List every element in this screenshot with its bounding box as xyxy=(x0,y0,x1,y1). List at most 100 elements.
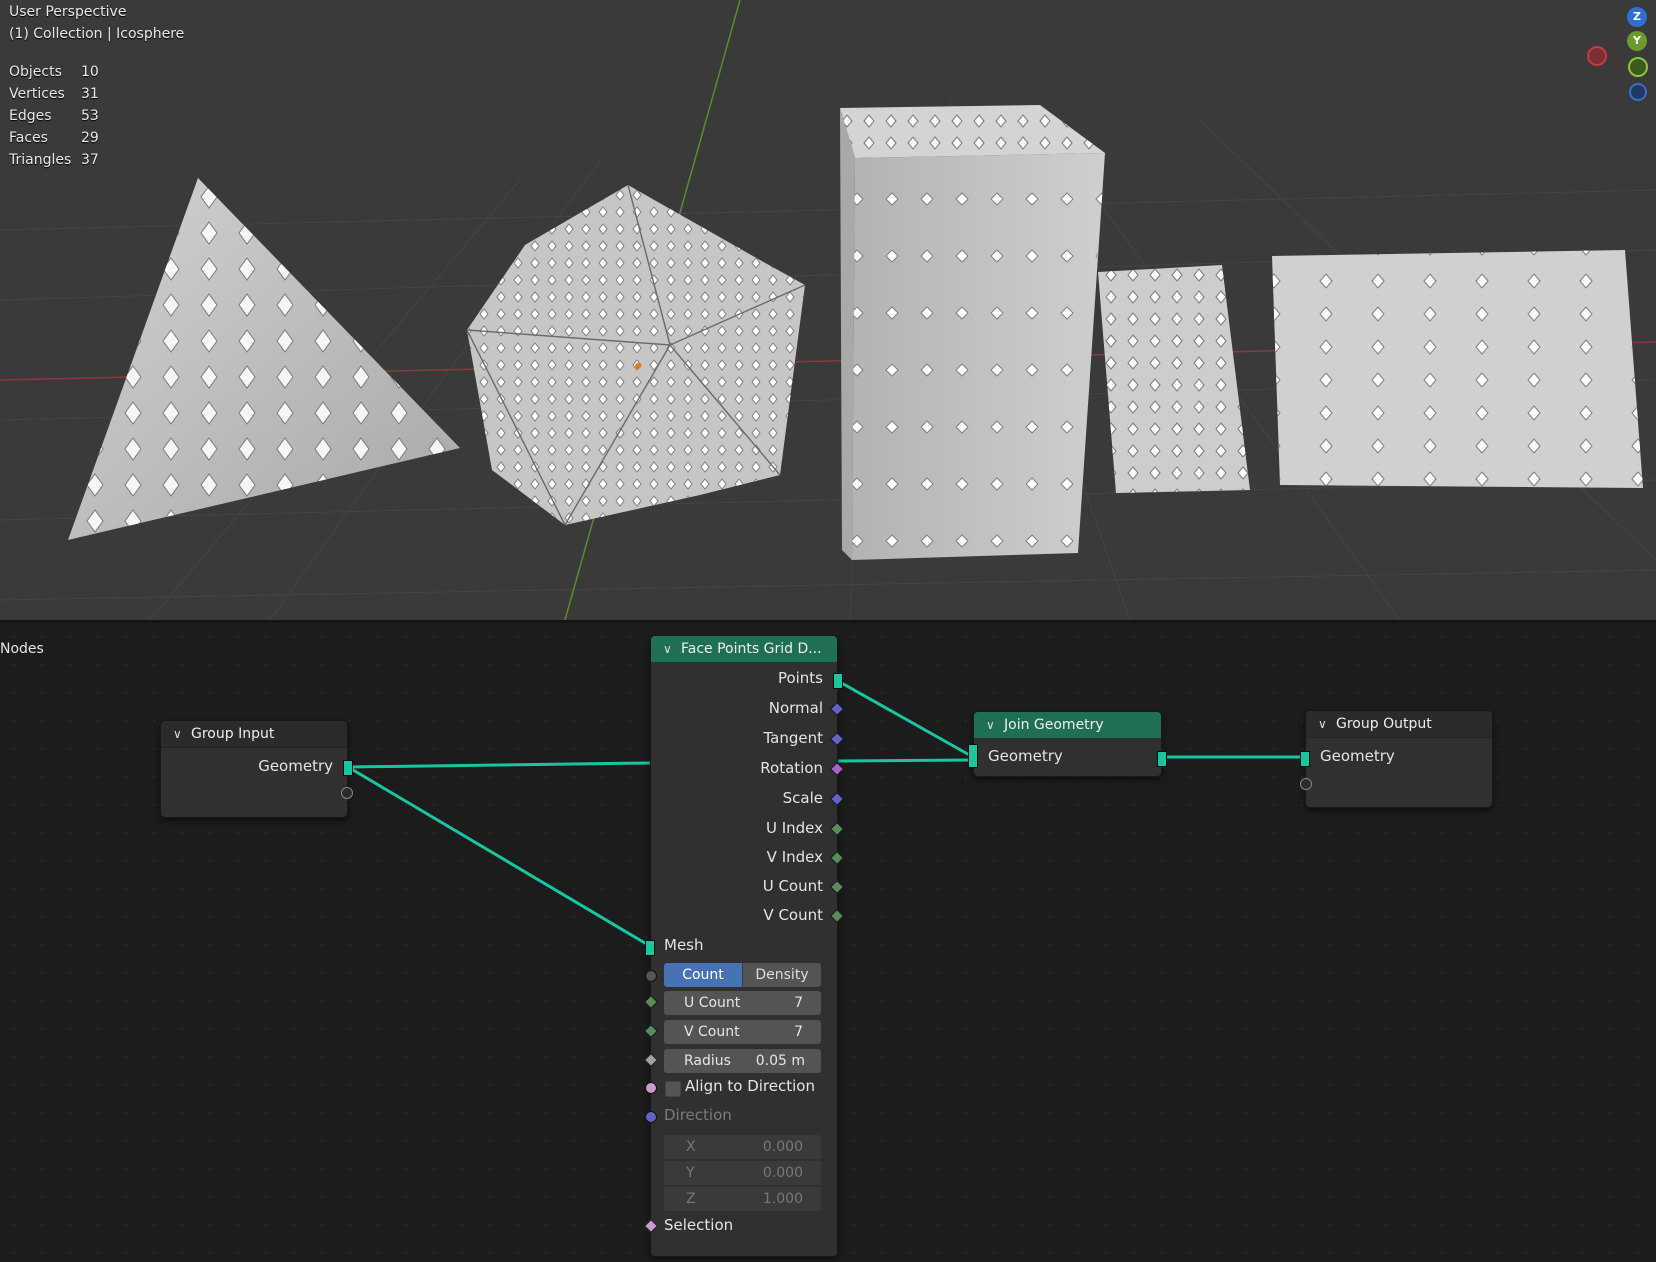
normal-output-label: Normal xyxy=(768,699,823,717)
link-geometry-to-mesh[interactable] xyxy=(347,765,651,948)
density-mode-button[interactable]: Density xyxy=(742,963,821,987)
chevron-down-icon[interactable]: ∨ xyxy=(1318,711,1327,737)
link-geometry-to-face-points[interactable] xyxy=(347,761,651,769)
v-count-field-label: V Count xyxy=(684,1024,740,1040)
radius-field-label: Radius xyxy=(684,1053,731,1069)
geometry-input-socket[interactable] xyxy=(968,744,978,768)
geometry-input-label: Geometry xyxy=(1320,747,1395,765)
scale-output-label: Scale xyxy=(782,789,823,807)
stat-value: 53 xyxy=(81,108,99,124)
rotation-output-label: Rotation xyxy=(760,759,823,777)
count-mode-button[interactable]: Count xyxy=(664,963,742,987)
chevron-down-icon[interactable]: ∨ xyxy=(986,712,995,738)
gizmo-z-axis[interactable]: Z xyxy=(1627,7,1647,27)
viewport-scene xyxy=(0,0,1656,620)
node-title: Join Geometry xyxy=(1004,717,1104,733)
direction-z-label: Z xyxy=(686,1191,696,1207)
stat-value: 29 xyxy=(81,130,99,146)
node-title: Group Output xyxy=(1336,716,1432,732)
stat-row: Triangles 37 xyxy=(9,149,111,171)
geometry-output-socket[interactable] xyxy=(343,760,353,776)
stat-label: Triangles xyxy=(9,152,72,168)
empty-input-socket[interactable] xyxy=(1300,778,1312,790)
gizmo-neg-z-axis[interactable] xyxy=(1629,83,1647,101)
group-output-node[interactable]: ∨ Group Output Geometry xyxy=(1300,710,1493,808)
join-geometry-node[interactable]: ∨ Join Geometry Geometry xyxy=(968,711,1167,777)
large-plane-object[interactable] xyxy=(1272,250,1643,488)
points-output-socket[interactable] xyxy=(833,673,843,689)
selection-label: Selection xyxy=(664,1216,734,1234)
tangent-output-label: Tangent xyxy=(763,729,823,747)
link-rotation-to-join[interactable] xyxy=(837,758,974,763)
blender-window: User Perspective (1) Collection | Icosph… xyxy=(0,0,1656,1262)
stat-row: Edges 53 xyxy=(9,105,111,127)
gizmo-neg-y-axis[interactable] xyxy=(1628,57,1648,77)
u-count-output-label: U Count xyxy=(762,877,823,895)
gizmo-y-axis[interactable]: Y xyxy=(1627,31,1647,51)
mesh-input-label: Mesh xyxy=(664,936,704,954)
tetrahedron-object[interactable] xyxy=(68,178,460,540)
view-name: User Perspective xyxy=(9,4,127,20)
geometry-output-socket[interactable] xyxy=(1157,751,1167,767)
node-header[interactable]: ∨ Join Geometry xyxy=(974,712,1161,738)
u-index-output-label: U Index xyxy=(765,819,823,837)
align-checkbox[interactable] xyxy=(665,1081,681,1097)
direction-x-field[interactable]: X 0.000 xyxy=(664,1135,821,1159)
direction-label: Direction xyxy=(664,1106,732,1124)
group-input-node[interactable]: ∨ Group Input Geometry xyxy=(160,720,353,818)
3d-viewport[interactable]: User Perspective (1) Collection | Icosph… xyxy=(0,0,1656,620)
small-plane-object[interactable] xyxy=(1098,265,1250,493)
chevron-down-icon[interactable]: ∨ xyxy=(663,636,672,662)
link-points-to-join[interactable] xyxy=(837,679,974,759)
mesh-input-socket[interactable] xyxy=(645,940,655,956)
box-object[interactable] xyxy=(840,105,1105,560)
node-header[interactable]: ∨ Group Input xyxy=(161,721,347,748)
scene-statistics: Objects 10 Vertices 31 Edges 53 Faces 29 Tri… xyxy=(9,61,111,171)
node-title: Face Points Grid D... xyxy=(681,641,822,657)
stat-label: Vertices xyxy=(9,86,65,102)
chevron-down-icon[interactable]: ∨ xyxy=(173,721,182,747)
u-count-field-label: U Count xyxy=(684,995,741,1011)
stat-value: 37 xyxy=(81,152,99,168)
direction-input-socket[interactable] xyxy=(645,1111,657,1123)
geometry-input-socket[interactable] xyxy=(1300,751,1310,767)
stat-row: Objects 10 xyxy=(9,61,111,83)
radius-field[interactable]: Radius 0.05 m xyxy=(664,1049,821,1073)
stat-value: 31 xyxy=(81,86,99,102)
direction-y-label: Y xyxy=(686,1165,695,1181)
node-title: Group Input xyxy=(191,726,275,742)
v-count-output-label: V Count xyxy=(763,906,823,924)
direction-x-value: 0.000 xyxy=(762,1139,803,1155)
u-count-field[interactable]: U Count 7 xyxy=(664,991,821,1015)
stat-value: 10 xyxy=(81,64,99,80)
direction-y-value: 0.000 xyxy=(762,1165,803,1181)
direction-x-label: X xyxy=(686,1139,696,1155)
mode-input-socket[interactable] xyxy=(645,970,657,982)
stat-label: Objects xyxy=(9,64,62,80)
v-index-output-label: V Index xyxy=(766,848,823,866)
align-label: Align to Direction xyxy=(685,1077,815,1095)
direction-y-field[interactable]: Y 0.000 xyxy=(664,1161,821,1185)
stat-row: Faces 29 xyxy=(9,127,111,149)
v-count-field[interactable]: V Count 7 xyxy=(664,1020,821,1044)
radius-field-value: 0.05 m xyxy=(755,1053,805,1069)
v-count-field-value: 7 xyxy=(794,1024,803,1040)
collection-info: (1) Collection | Icosphere xyxy=(9,26,185,42)
face-points-grid-node[interactable]: ∨ Face Points Grid D... Points Normal Tan… xyxy=(643,635,845,1257)
stat-row: Vertices 31 xyxy=(9,83,111,105)
points-output-label: Points xyxy=(777,669,823,687)
align-input-socket[interactable] xyxy=(645,1082,657,1094)
geometry-input-label: Geometry xyxy=(988,747,1063,765)
stat-label: Faces xyxy=(9,130,48,146)
direction-z-field[interactable]: Z 1.000 xyxy=(664,1187,821,1211)
node-editor[interactable]: Nodes ∨ Group Input Geometry ∨ Face Points… xyxy=(0,623,1656,1262)
empty-output-socket[interactable] xyxy=(341,787,353,799)
direction-z-value: 1.000 xyxy=(762,1191,803,1207)
stat-label: Edges xyxy=(9,108,52,124)
gizmo-neg-x-axis[interactable] xyxy=(1587,46,1607,66)
icosphere-object[interactable] xyxy=(466,184,806,526)
geometry-output-label: Geometry xyxy=(258,757,333,775)
u-count-field-value: 7 xyxy=(794,995,803,1011)
node-header[interactable]: ∨ Group Output xyxy=(1306,711,1492,738)
node-header[interactable]: ∨ Face Points Grid D... xyxy=(651,636,837,662)
